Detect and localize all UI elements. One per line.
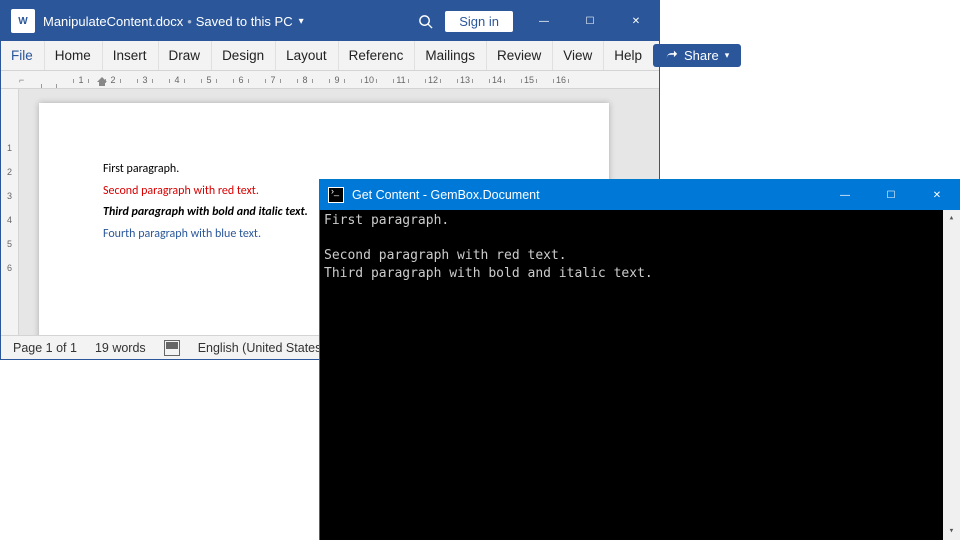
tab-insert[interactable]: Insert (102, 41, 158, 70)
console-line: Third paragraph with bold and italic tex… (324, 266, 653, 281)
console-output[interactable]: First paragraph. Second paragraph with r… (320, 210, 960, 540)
share-label: Share (684, 48, 719, 63)
console-title-text: Get Content - GemBox.Document (352, 188, 540, 202)
tab-review[interactable]: Review (486, 41, 552, 70)
share-chevron-icon: ▾ (725, 50, 730, 61)
console-close-button[interactable]: ✕ (914, 180, 960, 210)
maximize-button[interactable]: ☐ (567, 1, 613, 41)
vertical-ruler[interactable]: 123456 (1, 89, 19, 335)
tab-file[interactable]: File (1, 41, 44, 70)
console-scrollbar[interactable]: ▴ ▾ (943, 210, 960, 540)
title-chevron-icon[interactable]: ▾ (299, 16, 304, 27)
console-title-controls: — ☐ ✕ (822, 180, 960, 210)
document-name: ManipulateContent.docx (43, 14, 183, 29)
tab-draw[interactable]: Draw (158, 41, 212, 70)
scroll-up-icon[interactable]: ▴ (943, 210, 960, 227)
console-line: First paragraph. (324, 213, 449, 228)
indent-marker-icon[interactable] (97, 77, 107, 87)
console-titlebar: Get Content - GemBox.Document — ☐ ✕ (320, 180, 960, 210)
minimize-button[interactable]: — (521, 1, 567, 41)
tab-help[interactable]: Help (603, 41, 653, 70)
status-words[interactable]: 19 words (95, 341, 146, 355)
console-maximize-button[interactable]: ☐ (868, 180, 914, 210)
tab-mailings[interactable]: Mailings (414, 41, 486, 70)
word-title-controls: Sign in — ☐ ✕ (405, 1, 659, 41)
search-icon[interactable] (405, 1, 445, 41)
ribbon: File Home Insert Draw Design Layout Refe… (1, 41, 659, 71)
tab-home[interactable]: Home (44, 41, 102, 70)
scroll-down-icon[interactable]: ▾ (943, 523, 960, 540)
horizontal-ruler[interactable]: ⌐ 12345678910111213141516 (1, 71, 659, 89)
share-button[interactable]: Share ▾ (653, 44, 741, 67)
console-minimize-button[interactable]: — (822, 180, 868, 210)
word-app-icon: W (11, 9, 35, 33)
tab-view[interactable]: View (552, 41, 603, 70)
save-status: Saved to this PC (196, 14, 293, 29)
status-page[interactable]: Page 1 of 1 (13, 341, 77, 355)
console-window: Get Content - GemBox.Document — ☐ ✕ Firs… (320, 180, 960, 540)
close-button[interactable]: ✕ (613, 1, 659, 41)
status-language[interactable]: English (United States) (198, 341, 326, 355)
word-titlebar: W ManipulateContent.docx • Saved to this… (1, 1, 659, 41)
tab-design[interactable]: Design (211, 41, 275, 70)
console-line: Second paragraph with red text. (324, 248, 567, 263)
tab-layout[interactable]: Layout (275, 41, 338, 70)
console-app-icon (328, 187, 344, 203)
share-icon (665, 49, 678, 62)
paragraph-1[interactable]: First paragraph. (103, 159, 545, 181)
signin-button[interactable]: Sign in (445, 11, 513, 32)
title-separator: • (187, 14, 192, 29)
tab-references[interactable]: Referenc (338, 41, 415, 70)
word-title: ManipulateContent.docx • Saved to this P… (43, 14, 304, 29)
spellcheck-icon[interactable] (164, 340, 180, 356)
